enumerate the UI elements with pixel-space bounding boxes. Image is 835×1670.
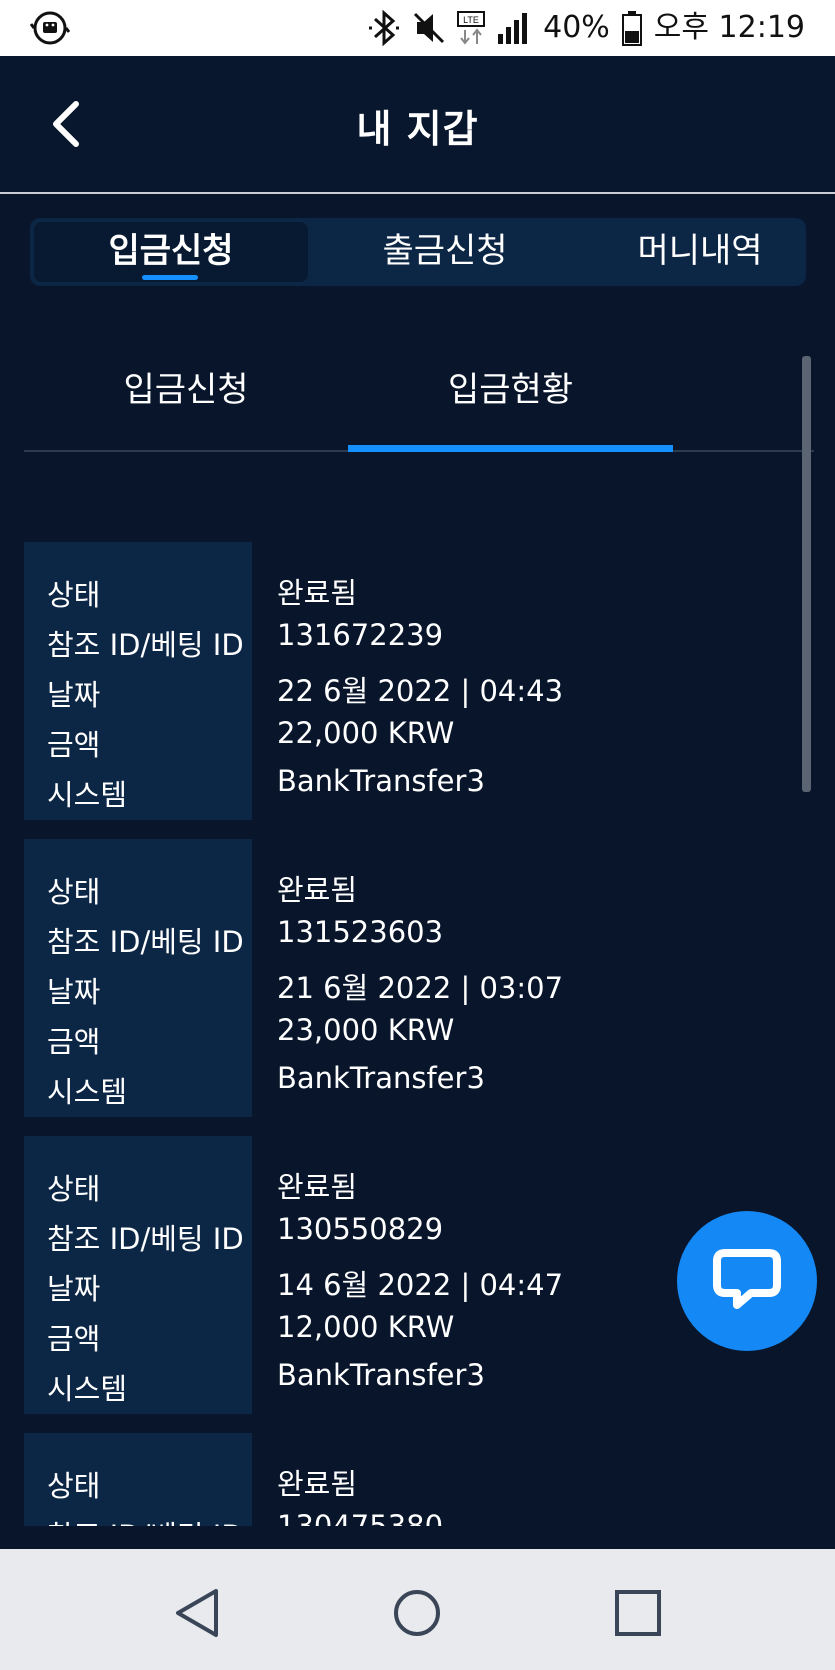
scrollbar[interactable]: [802, 356, 811, 792]
label-date: 날짜: [47, 975, 101, 1009]
subtab-label: 입금현황: [447, 370, 574, 410]
value-status: 완료됨: [277, 576, 358, 610]
svg-text:LTE: LTE: [463, 15, 479, 25]
nav-recents-button[interactable]: [610, 1585, 666, 1641]
label-status: 상태: [47, 578, 101, 612]
subtab-label: 입금신청: [123, 370, 249, 410]
value-ref-id: 130550829: [277, 1212, 444, 1246]
label-ref-id: 참조 ID/베팅 ID: [47, 925, 244, 959]
tab-deposit-request[interactable]: 입금신청: [34, 222, 308, 282]
page-title: 내 지갑: [356, 107, 479, 151]
signal-icon: [498, 13, 528, 44]
deposit-sub-tabs: 입금신청 입금현황: [24, 340, 814, 452]
value-status: 완료됨: [277, 873, 358, 907]
transaction-card: 상태 참조 ID/베팅 ID 날짜 금액 시스템 완료됨 131672239 2…: [24, 542, 794, 820]
label-ref-id: 참조 ID/베팅 ID: [47, 1222, 244, 1256]
subtab-deposit-status[interactable]: 입금현황: [348, 360, 673, 420]
tab-money-history[interactable]: 머니내역: [590, 222, 810, 282]
value-ref-id: 131523603: [277, 915, 444, 949]
live-chat-button[interactable]: [677, 1211, 817, 1351]
subtab-deposit-request[interactable]: 입금신청: [24, 360, 348, 420]
transaction-list: 상태 참조 ID/베팅 ID 날짜 금액 시스템 완료됨 131672239 2…: [24, 542, 794, 1526]
app-header: 내 지갑: [0, 56, 835, 194]
home-circle-icon: [394, 1590, 440, 1636]
value-status: 완료됨: [277, 1467, 358, 1501]
label-system: 시스템: [47, 1372, 128, 1406]
label-date: 날짜: [47, 1272, 101, 1306]
tab-label: 입금신청: [108, 231, 234, 271]
subtab-active-indicator: [348, 445, 673, 452]
label-system: 시스템: [47, 778, 128, 812]
tab-label: 머니내역: [637, 231, 763, 271]
system-nav-bar: [0, 1549, 835, 1670]
value-date: 21 6월 2022 | 03:07: [277, 971, 564, 1005]
value-amount: 22,000 KRW: [277, 716, 455, 750]
value-ref-id: 130475380: [277, 1509, 444, 1526]
mute-icon: [414, 12, 445, 44]
value-amount: 12,000 KRW: [277, 1310, 455, 1344]
transaction-card: 상태 참조 ID/베팅 ID 날짜 금액 시스템 완료됨 131523603 2…: [24, 839, 794, 1117]
label-status: 상태: [47, 1172, 101, 1206]
chat-bubble-icon: [713, 1249, 781, 1309]
status-bar: LTE 40% 오후 12:19: [0, 0, 835, 56]
value-ref-id: 131672239: [277, 618, 444, 652]
value-system: BankTransfer3: [277, 764, 485, 798]
tab-active-indicator: [142, 275, 198, 280]
label-amount: 금액: [47, 728, 101, 762]
label-ref-id: 참조 ID/베팅 ID: [47, 1513, 244, 1526]
label-date: 날짜: [47, 678, 101, 712]
tab-label: 출금신청: [382, 231, 508, 271]
label-amount: 금액: [47, 1025, 101, 1059]
nav-home-button[interactable]: [389, 1585, 445, 1641]
value-system: BankTransfer3: [277, 1358, 485, 1392]
transaction-card: 상태 참조 ID/베팅 ID 완료됨 130475380: [24, 1433, 794, 1526]
value-status: 완료됨: [277, 1170, 358, 1204]
tab-withdraw-request[interactable]: 출금신청: [330, 222, 560, 282]
clock: 오후 12:19: [653, 10, 805, 45]
battery-percent: 40%: [543, 10, 610, 45]
label-ref-id: 참조 ID/베팅 ID: [47, 628, 244, 662]
label-amount: 금액: [47, 1322, 101, 1356]
label-system: 시스템: [47, 1075, 128, 1109]
wallet-tabs: 입금신청 출금신청 머니내역: [30, 218, 806, 286]
bluetooth-icon: [369, 10, 400, 46]
label-status: 상태: [47, 1469, 101, 1503]
recents-square-icon: [615, 1590, 661, 1636]
status-icons: LTE 40% 오후 12:19: [367, 8, 805, 48]
value-system: BankTransfer3: [277, 1061, 485, 1095]
value-date: 14 6월 2022 | 04:47: [277, 1268, 564, 1302]
battery-icon: [621, 11, 642, 46]
android-debug-icon: [30, 11, 70, 45]
label-status: 상태: [47, 875, 101, 909]
value-date: 22 6월 2022 | 04:43: [277, 674, 564, 708]
back-triangle-icon: [176, 1589, 218, 1637]
value-amount: 23,000 KRW: [277, 1013, 455, 1047]
nav-back-button[interactable]: [170, 1585, 226, 1641]
lte-icon: LTE: [457, 11, 486, 45]
